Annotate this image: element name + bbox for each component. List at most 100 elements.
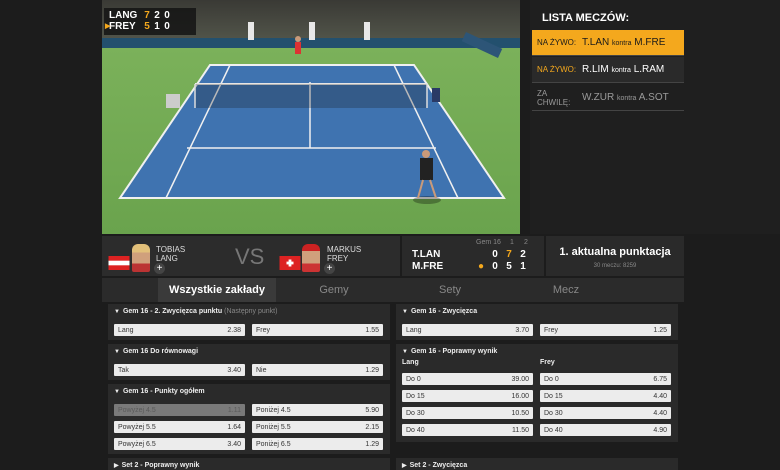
- collapse-triangle-icon: ▼: [402, 349, 408, 355]
- match-list-item[interactable]: ZA CHWILĘ: W.ZUR kontra A.SOT: [532, 85, 684, 111]
- overlay-games: 7: [144, 10, 150, 21]
- point-info: 1. aktualna punktacja 30 meczu: 8259: [546, 236, 684, 276]
- collapse-triangle-icon: ▼: [114, 349, 120, 355]
- betting-page: LANG 7 2 0 ▶ FREY 5 1 0 LISTA MECZÓW: NA…: [0, 0, 780, 470]
- overlay-player-name: FREY: [109, 21, 136, 32]
- overlay-set2: 0: [164, 10, 170, 21]
- scoreboard-set1: 5: [506, 261, 512, 272]
- player-avatar: [302, 244, 320, 272]
- market-title: ▶ Set 2 - Poprawny wynik: [114, 462, 200, 469]
- market-title: ▼ Gem 16 - 2. Zwycięzca punktu (Następny …: [114, 308, 278, 315]
- point-info-subtitle: 30 meczu: 8259: [593, 263, 637, 269]
- serve-dot-icon: ●: [477, 261, 485, 272]
- player-name: MARKUS FREY: [327, 245, 362, 263]
- column-header-frey: Frey: [540, 359, 555, 366]
- bet-tabs: Wszystkie zakłady Gemy Sety Mecz: [102, 278, 684, 302]
- add-icon[interactable]: +: [154, 263, 165, 274]
- market-set-correct-score[interactable]: ▶ Set 2 - Poprawny wynik: [108, 458, 390, 470]
- collapse-triangle-icon: ▼: [114, 309, 120, 315]
- match-list-item[interactable]: NA ŻYWO: T.LAN kontra M.FRE: [532, 30, 684, 56]
- tab-spacer: [102, 278, 158, 302]
- tab-games[interactable]: Gemy: [276, 278, 392, 302]
- tab-match[interactable]: Mecz: [508, 278, 624, 302]
- overlay-row-lang: LANG 7 2 0: [109, 10, 191, 21]
- tennis-court: [118, 22, 506, 204]
- serve-arrow-icon: ▶: [105, 23, 111, 30]
- score-overlay: LANG 7 2 0 ▶ FREY 5 1 0: [104, 8, 196, 35]
- odds-button[interactable]: Poniżej 5.5 2.15: [252, 421, 383, 433]
- odds-button[interactable]: Powyżej 6.5 3.40: [114, 438, 245, 450]
- scoreboard-set2: 1: [520, 261, 526, 272]
- serve-dot-icon: [474, 249, 488, 261]
- odds-button[interactable]: Do 30 4.40: [540, 407, 671, 419]
- odds-button[interactable]: Do 40 4.90: [540, 424, 671, 436]
- odds-button[interactable]: Poniżej 6.5 1.29: [252, 438, 383, 450]
- scoreboard: Gem 16 1 2 T.LAN 0 7 2 M.FRE ● 0 5 1: [402, 236, 544, 276]
- market-title: ▶ Set 2 - Zwycięzca: [402, 462, 468, 469]
- odds-button[interactable]: Do 30 10.50: [402, 407, 533, 419]
- odds-button[interactable]: Do 15 4.40: [540, 390, 671, 402]
- market-set-winner[interactable]: ▶ Set 2 - Zwycięzca: [396, 458, 678, 470]
- scoreboard-set2: 2: [520, 249, 526, 260]
- odds-button[interactable]: Lang 3.70: [402, 324, 533, 336]
- overlay-games: 5: [144, 21, 150, 32]
- add-icon[interactable]: +: [324, 263, 335, 274]
- market-point-winner: ▼ Gem 16 - 2. Zwycięzca punktu (Następny …: [108, 304, 390, 340]
- overlay-set1: 1: [154, 21, 160, 32]
- players-bar: + TOBIAS LANG VS + MARKUS FREY: [102, 236, 400, 276]
- tab-sets[interactable]: Sety: [392, 278, 508, 302]
- match-status: ZA CHWILĘ:: [537, 88, 571, 107]
- live-video[interactable]: [102, 0, 520, 234]
- odds-button[interactable]: Powyżej 5.5 1.64: [114, 421, 245, 433]
- collapse-triangle-icon: ▼: [114, 389, 120, 395]
- scoreboard-row: T.LAN 0 7 2: [412, 249, 540, 261]
- odds-button[interactable]: Tak 3.40: [114, 364, 245, 376]
- expand-triangle-icon: ▶: [402, 463, 407, 469]
- odds-button[interactable]: Do 40 11.50: [402, 424, 533, 436]
- overlay-set1: 2: [154, 10, 160, 21]
- match-list-item[interactable]: NA ŻYWO: R.LIM kontra L.RAM: [532, 57, 684, 83]
- scoreboard-set2-header: 2: [524, 239, 528, 246]
- overlay-player-name: LANG: [109, 10, 138, 21]
- tab-all-bets[interactable]: Wszystkie zakłady: [158, 278, 276, 302]
- match-status: NA ŻYWO:: [537, 65, 577, 74]
- point-info-title: 1. aktualna punktacja: [559, 246, 671, 258]
- odds-button[interactable]: Frey 1.25: [540, 324, 671, 336]
- market-title: ▼ Gem 16 - Zwycięzca: [402, 308, 478, 315]
- match-players: R.LIM kontra L.RAM: [582, 64, 665, 75]
- expand-triangle-icon: ▶: [114, 463, 119, 469]
- scoreboard-set1-header: 1: [510, 239, 514, 246]
- player-avatar: [132, 244, 150, 272]
- scoreboard-name: T.LAN: [412, 249, 441, 260]
- match-players: T.LAN kontra M.FRE: [582, 37, 666, 48]
- odds-button[interactable]: Lang 2.38: [114, 324, 245, 336]
- match-players: W.ZUR kontra A.SOT: [582, 92, 669, 103]
- market-total-points: ▼ Gem 16 - Punkty ogółem Powyżej 4.5 1.11 …: [108, 384, 390, 454]
- match-status: NA ŻYWO:: [537, 38, 577, 47]
- scoreboard-game: 0: [492, 261, 498, 272]
- match-list-title: LISTA MECZÓW:: [542, 12, 630, 24]
- player-left: + TOBIAS LANG: [102, 236, 222, 276]
- scoreboard-row: M.FRE ● 0 5 1: [412, 261, 540, 273]
- scoreboard-game-header: Gem 16: [476, 239, 501, 246]
- scoreboard-set1: 7: [506, 249, 512, 260]
- odds-button-disabled: Powyżej 4.5 1.11: [114, 404, 245, 416]
- austria-flag-icon: [108, 256, 130, 270]
- odds-button[interactable]: Do 15 16.00: [402, 390, 533, 402]
- scoreboard-game: 0: [492, 249, 498, 260]
- market-game-winner: ▼ Gem 16 - Zwycięzca Lang 3.70 Frey 1.25: [396, 304, 678, 340]
- market-title: ▼ Gem 16 Do równowagi: [114, 348, 199, 355]
- market-title: ▼ Gem 16 - Punkty ogółem: [114, 388, 205, 395]
- overlay-row-frey: ▶ FREY 5 1 0: [105, 21, 191, 32]
- odds-button[interactable]: Poniżej 4.5 5.90: [252, 404, 383, 416]
- market-deuce: ▼ Gem 16 Do równowagi Tak 3.40 Nie 1.29: [108, 344, 390, 380]
- overlay-set2: 0: [164, 21, 170, 32]
- odds-button[interactable]: Frey 1.55: [252, 324, 383, 336]
- collapse-triangle-icon: ▼: [402, 309, 408, 315]
- market-title: ▼ Gem 16 - Poprawny wynik: [402, 348, 498, 355]
- column-header-lang: Lang: [402, 359, 419, 366]
- odds-button[interactable]: Nie 1.29: [252, 364, 383, 376]
- scoreboard-name: M.FRE: [412, 261, 444, 272]
- odds-button[interactable]: Do 0 6.75: [540, 373, 671, 385]
- odds-button[interactable]: Do 0 39.00: [402, 373, 533, 385]
